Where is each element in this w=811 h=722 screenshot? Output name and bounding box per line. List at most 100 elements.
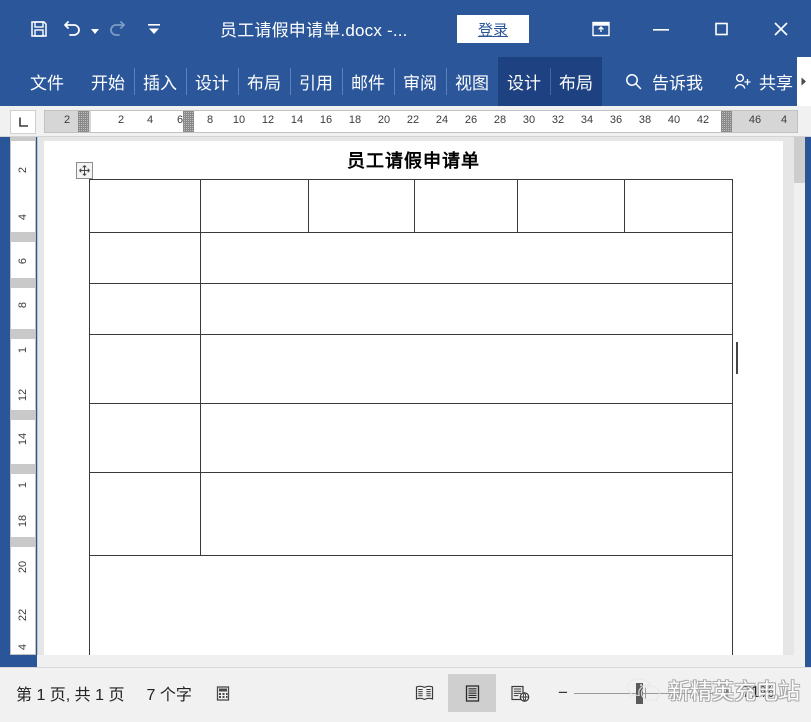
ruler-h-num: 28 xyxy=(493,114,507,126)
ruler-v-num: 2 xyxy=(17,166,29,174)
ribbon-display-options-icon[interactable] xyxy=(571,8,631,50)
tab-layout-label: 布局 xyxy=(247,74,281,93)
save-icon[interactable] xyxy=(22,14,56,44)
customize-qat-icon[interactable] xyxy=(134,14,174,44)
table-cell[interactable] xyxy=(200,232,733,284)
tab-insert[interactable]: 插入 xyxy=(134,57,186,106)
vertical-scrollbar[interactable] xyxy=(794,137,805,655)
proofing-status-icon[interactable] xyxy=(214,684,233,703)
ruler-right-margin-marker[interactable] xyxy=(721,111,732,132)
document-canvas[interactable]: 员工请假申请单 xyxy=(37,137,805,655)
table-cell[interactable] xyxy=(414,179,518,233)
horizontal-ruler[interactable]: 2 2 4 6 8 10 12 14 16 18 20 22 24 26 28 … xyxy=(44,110,798,133)
table-cell[interactable] xyxy=(89,283,201,335)
ruler-first-line-indent-marker[interactable] xyxy=(183,111,194,132)
zoom-percentage[interactable]: 71% xyxy=(742,684,774,702)
ribbon-tabs: 文件 开始 插入 设计 布局 引用 邮件 审阅 视图 设计 布局 告诉我 共享 xyxy=(18,57,802,106)
page-indicator[interactable]: 第 1 页, 共 1 页 xyxy=(16,681,124,705)
undo-icon[interactable] xyxy=(56,14,90,44)
word-count[interactable]: 7 个字 xyxy=(146,681,191,705)
table-row[interactable] xyxy=(89,334,733,404)
zoom-slider-midpoint xyxy=(645,687,646,699)
tab-references[interactable]: 引用 xyxy=(290,57,342,106)
table-move-handle-icon[interactable] xyxy=(76,162,93,179)
table-cell[interactable] xyxy=(200,179,309,233)
tab-stop-selector[interactable] xyxy=(10,110,36,134)
table-row[interactable] xyxy=(89,179,733,233)
vertical-scrollbar-thumb[interactable] xyxy=(794,137,805,183)
horizontal-scrollbar[interactable] xyxy=(37,655,805,667)
ruler-v-num: 4 xyxy=(17,643,29,651)
tab-mailings[interactable]: 邮件 xyxy=(342,57,394,106)
table-cell[interactable] xyxy=(89,403,201,473)
tell-me-label: 告诉我 xyxy=(652,74,703,93)
ruler-h-num: 34 xyxy=(580,114,594,126)
tab-review[interactable]: 审阅 xyxy=(394,57,446,106)
table-cell[interactable] xyxy=(89,232,201,284)
table-cell[interactable] xyxy=(89,179,201,233)
tab-design-label: 设计 xyxy=(195,74,229,93)
close-icon[interactable] xyxy=(751,8,811,50)
table-cell[interactable] xyxy=(89,334,201,404)
title-bar: 员工请假申请单.docx -... 登录 xyxy=(0,0,811,57)
window-controls xyxy=(571,8,811,50)
table-cell[interactable] xyxy=(89,472,201,556)
table-cell[interactable] xyxy=(89,555,733,655)
table-row[interactable] xyxy=(89,283,733,335)
read-mode-icon[interactable] xyxy=(400,674,448,712)
maximize-icon[interactable] xyxy=(691,8,751,50)
share-button[interactable]: 共享 xyxy=(711,57,802,106)
tab-table-layout-label: 布局 xyxy=(559,74,593,93)
table-cell[interactable] xyxy=(517,179,625,233)
table-cell[interactable] xyxy=(308,179,415,233)
table-cell[interactable] xyxy=(200,472,733,556)
vertical-ruler[interactable]: 2 4 6 8 1 12 14 1 18 20 22 4 xyxy=(10,137,36,655)
undo-dropdown-icon[interactable] xyxy=(90,14,100,44)
zoom-slider[interactable] xyxy=(574,674,716,712)
chevron-right-icon[interactable] xyxy=(797,57,811,106)
ruler-h-num: 14 xyxy=(290,114,304,126)
leave-application-table[interactable] xyxy=(89,179,733,655)
table-cell[interactable] xyxy=(200,403,733,473)
table-row[interactable] xyxy=(89,472,733,556)
ruler-left-margin-marker[interactable] xyxy=(78,111,89,132)
ruler-v-num: 1 xyxy=(17,346,29,354)
ruler-v-num: 1 xyxy=(17,481,29,489)
web-layout-icon[interactable] xyxy=(496,674,544,712)
table-row[interactable] xyxy=(89,403,733,473)
zoom-out-button[interactable]: − xyxy=(552,674,574,712)
tab-layout[interactable]: 布局 xyxy=(238,57,290,106)
tab-design[interactable]: 设计 xyxy=(186,57,238,106)
vruler-band xyxy=(11,537,35,547)
minimize-icon[interactable] xyxy=(631,8,691,50)
ruler-h-num: 36 xyxy=(609,114,623,126)
tab-table-layout[interactable]: 布局 xyxy=(550,57,602,106)
print-layout-icon[interactable] xyxy=(448,674,496,712)
tab-home[interactable]: 开始 xyxy=(82,57,134,106)
tab-file[interactable]: 文件 xyxy=(18,57,82,106)
ruler-h-num: 24 xyxy=(435,114,449,126)
table-row[interactable] xyxy=(89,555,733,655)
ruler-h-num: 10 xyxy=(232,114,246,126)
view-mode-buttons xyxy=(400,674,544,712)
zoom-slider-thumb[interactable] xyxy=(636,683,643,704)
vruler-margin-band xyxy=(11,137,35,141)
ruler-v-num: 4 xyxy=(17,213,29,221)
document-page[interactable]: 员工请假申请单 xyxy=(44,141,783,655)
tab-table-design-label: 设计 xyxy=(507,74,541,93)
table-cell[interactable] xyxy=(200,283,733,335)
tab-table-design[interactable]: 设计 xyxy=(498,57,550,106)
ruler-h-num: 16 xyxy=(319,114,333,126)
ruler-h-num: 2 xyxy=(117,114,125,126)
table-row[interactable] xyxy=(89,232,733,284)
tab-view[interactable]: 视图 xyxy=(446,57,498,106)
table-cell[interactable] xyxy=(624,179,733,233)
zoom-in-button[interactable]: + xyxy=(716,674,738,712)
ruler-h-num: 26 xyxy=(464,114,478,126)
horizontal-ruler-area: 2 2 4 6 8 10 12 14 16 18 20 22 24 26 28 … xyxy=(0,106,811,137)
status-left-group: 第 1 页, 共 1 页 7 个字 xyxy=(16,676,233,710)
redo-icon[interactable] xyxy=(100,14,134,44)
sign-in-button[interactable]: 登录 xyxy=(457,15,529,43)
table-cell[interactable] xyxy=(200,334,733,404)
tell-me-box[interactable]: 告诉我 xyxy=(602,57,711,106)
